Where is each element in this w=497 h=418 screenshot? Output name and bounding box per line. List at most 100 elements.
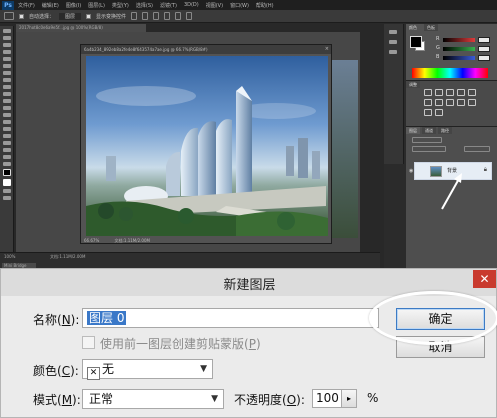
show-transform-label: 显示变换控件 xyxy=(96,13,127,20)
exposure-icon[interactable] xyxy=(457,89,465,96)
mode-dropdown-value: 正常 xyxy=(89,392,114,406)
g-slider[interactable] xyxy=(443,47,475,51)
photo-filter-icon[interactable] xyxy=(457,99,465,106)
menu-edit[interactable]: 编辑(E) xyxy=(42,2,59,9)
curves-icon[interactable] xyxy=(446,89,454,96)
pen-tool-icon[interactable] xyxy=(3,127,11,131)
dodge-tool-icon[interactable] xyxy=(3,120,11,124)
distribute-icon[interactable] xyxy=(175,12,182,20)
invert-icon[interactable] xyxy=(435,109,443,116)
menu-image[interactable]: 图像(I) xyxy=(66,2,81,9)
brush-tool-icon[interactable] xyxy=(3,78,11,82)
foreground-swatch[interactable] xyxy=(410,36,422,48)
history-brush-tool-icon[interactable] xyxy=(3,92,11,96)
color-dropdown[interactable]: ✕ 无 ▼ xyxy=(82,359,213,380)
align-icon[interactable] xyxy=(142,12,149,20)
background-color-icon[interactable] xyxy=(3,179,11,186)
menu-layer[interactable]: 图层(L) xyxy=(88,2,105,9)
opacity-input[interactable]: 100 xyxy=(312,389,342,408)
lookup-icon[interactable] xyxy=(424,109,432,116)
type-tool-icon[interactable] xyxy=(3,134,11,138)
balance-icon[interactable] xyxy=(435,99,443,106)
align-icon[interactable] xyxy=(131,12,138,20)
b-value[interactable] xyxy=(478,55,490,61)
path-select-tool-icon[interactable] xyxy=(3,141,11,145)
quick-mask-icon[interactable] xyxy=(3,189,11,193)
opacity-input-value[interactable]: 100 xyxy=(316,391,339,405)
mode-dropdown[interactable]: 正常 ▼ xyxy=(82,389,224,409)
menu-view[interactable]: 视图(V) xyxy=(206,2,223,9)
show-transform-checkbox[interactable] xyxy=(86,13,92,19)
auto-select-checkbox[interactable] xyxy=(19,13,24,19)
history-panel-icon[interactable] xyxy=(389,30,397,34)
bottom-doc-size: 文档:1.11M/2.00M xyxy=(50,254,86,259)
b-label: B xyxy=(436,54,440,60)
bottom-zoom: 100% xyxy=(4,254,16,259)
move-tool-icon[interactable] xyxy=(4,12,14,20)
stamp-tool-icon[interactable] xyxy=(3,85,11,89)
hand-tool-icon[interactable] xyxy=(3,155,11,159)
options-bar: 自动选择： 图层 显示变换控件 xyxy=(0,10,497,23)
auto-select-dropdown[interactable]: 图层 xyxy=(59,12,82,20)
document-title[interactable]: 6a4b234_892eb8a2fe4e8f643574a7ae.jpg @ 6… xyxy=(81,45,331,54)
menu-select[interactable]: 选择(S) xyxy=(136,2,153,9)
color-spectrum[interactable] xyxy=(412,68,488,78)
properties-panel-icon[interactable] xyxy=(389,40,397,44)
align-icon[interactable] xyxy=(153,12,160,20)
b-slider[interactable] xyxy=(443,56,475,60)
close-icon[interactable]: × xyxy=(325,46,329,53)
blur-tool-icon[interactable] xyxy=(3,113,11,117)
menu-help[interactable]: 帮助(H) xyxy=(256,2,274,9)
name-input-value[interactable]: 图层 0 xyxy=(87,311,127,325)
menu-3d[interactable]: 3D(D) xyxy=(184,2,199,8)
color-label-suffix: ): xyxy=(70,364,79,378)
g-value[interactable] xyxy=(478,46,490,52)
menu-type[interactable]: 类型(Y) xyxy=(112,2,129,9)
bw-icon[interactable] xyxy=(446,99,454,106)
eraser-tool-icon[interactable] xyxy=(3,99,11,103)
adjustments-panel: 调整 xyxy=(406,80,497,126)
tab-swatches[interactable]: 色板 xyxy=(424,24,438,31)
lasso-tool-icon[interactable] xyxy=(3,43,11,47)
healing-tool-icon[interactable] xyxy=(3,71,11,75)
brightness-icon[interactable] xyxy=(424,89,432,96)
channel-mixer-icon[interactable] xyxy=(468,99,476,106)
info-panel-icon[interactable] xyxy=(389,50,397,54)
hue-icon[interactable] xyxy=(424,99,432,106)
photoshop-window: Ps 文件(F) 编辑(E) 图像(I) 图层(L) 类型(Y) 选择(S) 滤… xyxy=(0,0,497,269)
close-button[interactable]: ✕ xyxy=(473,270,496,288)
menu-file[interactable]: 文件(F) xyxy=(18,2,35,9)
move-tool-icon[interactable] xyxy=(3,29,11,33)
document-window[interactable]: 6a4b234_892eb8a2fe4e8f643574a7ae.jpg @ 6… xyxy=(80,44,332,244)
r-slider[interactable] xyxy=(443,38,475,42)
foreground-color-icon[interactable] xyxy=(3,169,11,176)
tab-color[interactable]: 颜色 xyxy=(406,24,420,31)
chevron-right-icon[interactable]: ▸ xyxy=(341,389,357,408)
clipping-mask-checkbox[interactable] xyxy=(82,336,95,349)
name-input[interactable]: 图层 0 xyxy=(82,308,379,328)
eyedropper-tool-icon[interactable] xyxy=(3,64,11,68)
vibrance-icon[interactable] xyxy=(468,89,476,96)
document-status: 66.67% 文档:1.11M/2.00M xyxy=(81,237,331,244)
levels-icon[interactable] xyxy=(435,89,443,96)
menu-bar: Ps 文件(F) 编辑(E) 图像(I) 图层(L) 类型(Y) 选择(S) 滤… xyxy=(0,0,497,10)
gradient-tool-icon[interactable] xyxy=(3,106,11,110)
r-value[interactable] xyxy=(478,37,490,43)
opacity-unit: % xyxy=(367,391,379,405)
screen-mode-icon[interactable] xyxy=(3,196,11,200)
layers-panel: 图层 通道 路径 ◉ 背景 🔒︎ xyxy=(406,126,497,268)
app-root: Ps 文件(F) 编辑(E) 图像(I) 图层(L) 类型(Y) 选择(S) 滤… xyxy=(0,0,497,418)
back-document-tab[interactable]: 2017hot8c0e6a9e5f...jpg @ 100%(RGB/8) xyxy=(16,24,146,32)
menu-window[interactable]: 窗口(W) xyxy=(230,2,249,9)
quick-select-tool-icon[interactable] xyxy=(3,50,11,54)
tab-adjustments[interactable]: 调整 xyxy=(406,81,420,88)
new-layer-dialog: 新建图层 ✕ 名称(N): 图层 0 使用前一图层创建剪贴蒙版(P) 颜色(C)… xyxy=(0,268,497,418)
distribute-icon[interactable] xyxy=(164,12,171,20)
menu-filter[interactable]: 滤镜(T) xyxy=(160,2,177,9)
3d-mode-icon[interactable] xyxy=(186,12,193,20)
crop-tool-icon[interactable] xyxy=(3,57,11,61)
zoom-tool-icon[interactable] xyxy=(3,162,11,166)
shape-tool-icon[interactable] xyxy=(3,148,11,152)
marquee-tool-icon[interactable] xyxy=(3,36,11,40)
bottom-status-bar: 100% 文档:1.11M/2.00M Mini Bridge xyxy=(0,252,380,269)
